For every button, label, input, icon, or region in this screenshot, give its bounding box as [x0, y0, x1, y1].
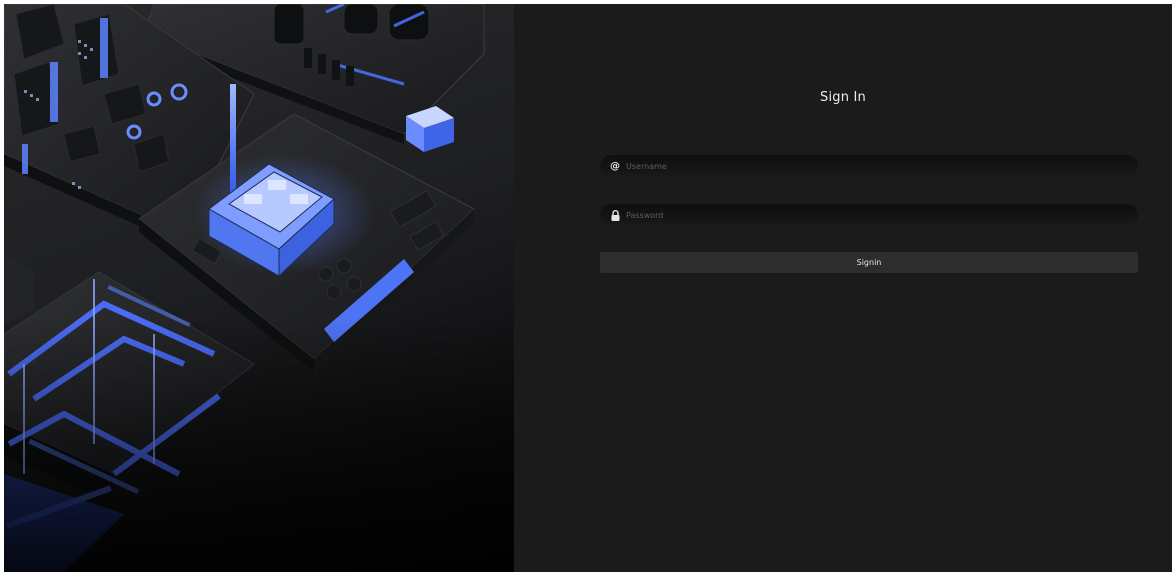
- lock-icon: [608, 209, 622, 221]
- industrial-city-image: [4, 4, 514, 572]
- username-field[interactable]: @: [600, 155, 1138, 177]
- login-panel: Sign In @ Signin: [514, 4, 1172, 572]
- page-title: Sign In: [820, 90, 866, 105]
- password-input[interactable]: [626, 205, 1138, 225]
- password-field[interactable]: [600, 204, 1138, 226]
- at-icon: @: [610, 160, 620, 172]
- username-input[interactable]: [626, 156, 1138, 176]
- login-page: Sign In @ Signin: [4, 4, 1172, 572]
- hero-illustration: [4, 4, 514, 572]
- signin-button[interactable]: Signin: [600, 252, 1138, 273]
